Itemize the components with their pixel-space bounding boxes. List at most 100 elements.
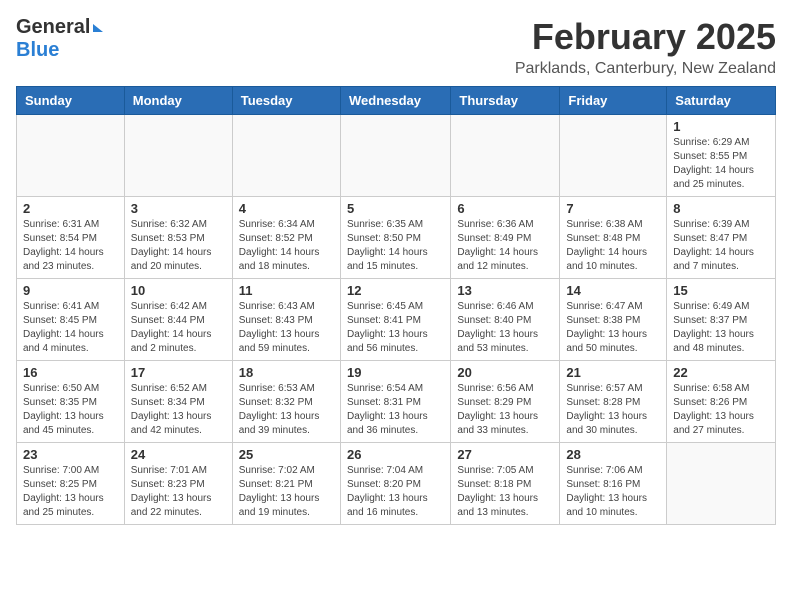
day-info: Sunrise: 6:38 AM Sunset: 8:48 PM Dayligh… [566,218,660,274]
day-info: Sunrise: 7:05 AM Sunset: 8:18 PM Dayligh… [457,464,553,520]
table-row: 4 Sunrise: 6:34 AM Sunset: 8:52 PM Daylig… [232,197,340,279]
day-number: 21 [566,365,660,380]
table-row: 7 Sunrise: 6:38 AM Sunset: 8:48 PM Daylig… [560,197,667,279]
table-row: 14 Sunrise: 6:47 AM Sunset: 8:38 PM Dayli… [560,279,667,361]
table-row: 1 Sunrise: 6:29 AM Sunset: 8:55 PM Daylig… [667,115,776,197]
header-thursday: Thursday [451,87,560,115]
day-info: Sunrise: 6:50 AM Sunset: 8:35 PM Dayligh… [23,382,118,438]
page-header: General Blue February 2025 Parklands, Ca… [16,16,776,78]
day-number: 5 [347,201,444,216]
day-info: Sunrise: 6:54 AM Sunset: 8:31 PM Dayligh… [347,382,444,438]
table-row: 10Sunrise: 6:42 AM Sunset: 8:44 PM Dayli… [124,279,232,361]
day-info: Sunrise: 6:34 AM Sunset: 8:52 PM Dayligh… [239,218,334,274]
header-tuesday: Tuesday [232,87,340,115]
day-number: 14 [566,283,660,298]
day-info: Sunrise: 6:56 AM Sunset: 8:29 PM Dayligh… [457,382,553,438]
table-row: 12 Sunrise: 6:45 AM Sunset: 8:41 PM Dayli… [340,279,450,361]
table-row: 28Sunrise: 7:06 AM Sunset: 8:16 PM Dayli… [560,443,667,525]
day-info: Sunrise: 6:39 AM Sunset: 8:47 PM Dayligh… [673,218,769,274]
header-monday: Monday [124,87,232,115]
table-row: 17 Sunrise: 6:52 AM Sunset: 8:34 PM Dayli… [124,361,232,443]
location-title: Parklands, Canterbury, New Zealand [515,60,776,78]
day-info: Sunrise: 6:36 AM Sunset: 8:49 PM Dayligh… [457,218,553,274]
day-number: 6 [457,201,553,216]
day-info: Sunrise: 6:58 AM Sunset: 8:26 PM Dayligh… [673,382,769,438]
day-info: Sunrise: 7:04 AM Sunset: 8:20 PM Dayligh… [347,464,444,520]
day-number: 26 [347,447,444,462]
table-row: 16 Sunrise: 6:50 AM Sunset: 8:35 PM Dayli… [17,361,125,443]
table-row [451,115,560,197]
day-info: Sunrise: 6:29 AM Sunset: 8:55 PM Dayligh… [673,136,769,192]
calendar-week-row: 1 Sunrise: 6:29 AM Sunset: 8:55 PM Daylig… [17,115,776,197]
calendar-week-row: 9Sunrise: 6:41 AM Sunset: 8:45 PM Daylig… [17,279,776,361]
day-number: 24 [131,447,226,462]
day-info: Sunrise: 6:52 AM Sunset: 8:34 PM Dayligh… [131,382,226,438]
logo-blue: Blue [16,39,103,62]
logo: General Blue [16,16,103,62]
day-number: 15 [673,283,769,298]
table-row: 23Sunrise: 7:00 AM Sunset: 8:25 PM Dayli… [17,443,125,525]
table-row: 5 Sunrise: 6:35 AM Sunset: 8:50 PM Daylig… [340,197,450,279]
header-saturday: Saturday [667,87,776,115]
day-info: Sunrise: 7:00 AM Sunset: 8:25 PM Dayligh… [23,464,118,520]
table-row: 24Sunrise: 7:01 AM Sunset: 8:23 PM Dayli… [124,443,232,525]
day-number: 25 [239,447,334,462]
table-row: 27Sunrise: 7:05 AM Sunset: 8:18 PM Dayli… [451,443,560,525]
table-row [124,115,232,197]
day-number: 8 [673,201,769,216]
calendar-table: Sunday Monday Tuesday Wednesday Thursday… [16,86,776,525]
day-number: 19 [347,365,444,380]
day-number: 16 [23,365,118,380]
table-row: 15 Sunrise: 6:49 AM Sunset: 8:37 PM Dayli… [667,279,776,361]
day-info: Sunrise: 6:47 AM Sunset: 8:38 PM Dayligh… [566,300,660,356]
table-row: 20 Sunrise: 6:56 AM Sunset: 8:29 PM Dayli… [451,361,560,443]
day-number: 17 [131,365,226,380]
table-row: 22 Sunrise: 6:58 AM Sunset: 8:26 PM Dayli… [667,361,776,443]
table-row [232,115,340,197]
day-number: 20 [457,365,553,380]
day-info: Sunrise: 6:53 AM Sunset: 8:32 PM Dayligh… [239,382,334,438]
logo-text: General Blue [16,16,103,62]
day-info: Sunrise: 6:57 AM Sunset: 8:28 PM Dayligh… [566,382,660,438]
table-row: 9Sunrise: 6:41 AM Sunset: 8:45 PM Daylig… [17,279,125,361]
day-info: Sunrise: 7:06 AM Sunset: 8:16 PM Dayligh… [566,464,660,520]
logo-general: General [16,16,103,39]
table-row: 2Sunrise: 6:31 AM Sunset: 8:54 PM Daylig… [17,197,125,279]
table-row: 13Sunrise: 6:46 AM Sunset: 8:40 PM Dayli… [451,279,560,361]
table-row: 19 Sunrise: 6:54 AM Sunset: 8:31 PM Dayli… [340,361,450,443]
day-number: 18 [239,365,334,380]
table-row: 11 Sunrise: 6:43 AM Sunset: 8:43 PM Dayli… [232,279,340,361]
day-info: Sunrise: 6:49 AM Sunset: 8:37 PM Dayligh… [673,300,769,356]
table-row [340,115,450,197]
day-number: 22 [673,365,769,380]
day-number: 4 [239,201,334,216]
calendar-week-row: 23Sunrise: 7:00 AM Sunset: 8:25 PM Dayli… [17,443,776,525]
day-number: 3 [131,201,226,216]
table-row: 3Sunrise: 6:32 AM Sunset: 8:53 PM Daylig… [124,197,232,279]
day-info: Sunrise: 7:02 AM Sunset: 8:21 PM Dayligh… [239,464,334,520]
table-row [560,115,667,197]
day-info: Sunrise: 6:45 AM Sunset: 8:41 PM Dayligh… [347,300,444,356]
month-title: February 2025 [515,16,776,58]
day-info: Sunrise: 6:35 AM Sunset: 8:50 PM Dayligh… [347,218,444,274]
day-number: 10 [131,283,226,298]
day-number: 13 [457,283,553,298]
day-number: 12 [347,283,444,298]
day-number: 1 [673,119,769,134]
header-wednesday: Wednesday [340,87,450,115]
day-number: 7 [566,201,660,216]
day-info: Sunrise: 6:31 AM Sunset: 8:54 PM Dayligh… [23,218,118,274]
calendar-header-row: Sunday Monday Tuesday Wednesday Thursday… [17,87,776,115]
table-row: 21 Sunrise: 6:57 AM Sunset: 8:28 PM Dayli… [560,361,667,443]
day-number: 9 [23,283,118,298]
table-row [667,443,776,525]
header-sunday: Sunday [17,87,125,115]
table-row: 6 Sunrise: 6:36 AM Sunset: 8:49 PM Daylig… [451,197,560,279]
table-row: 8 Sunrise: 6:39 AM Sunset: 8:47 PM Daylig… [667,197,776,279]
table-row [17,115,125,197]
day-info: Sunrise: 6:43 AM Sunset: 8:43 PM Dayligh… [239,300,334,356]
title-section: February 2025 Parklands, Canterbury, New… [515,16,776,78]
header-friday: Friday [560,87,667,115]
day-number: 11 [239,283,334,298]
table-row: 18 Sunrise: 6:53 AM Sunset: 8:32 PM Dayli… [232,361,340,443]
